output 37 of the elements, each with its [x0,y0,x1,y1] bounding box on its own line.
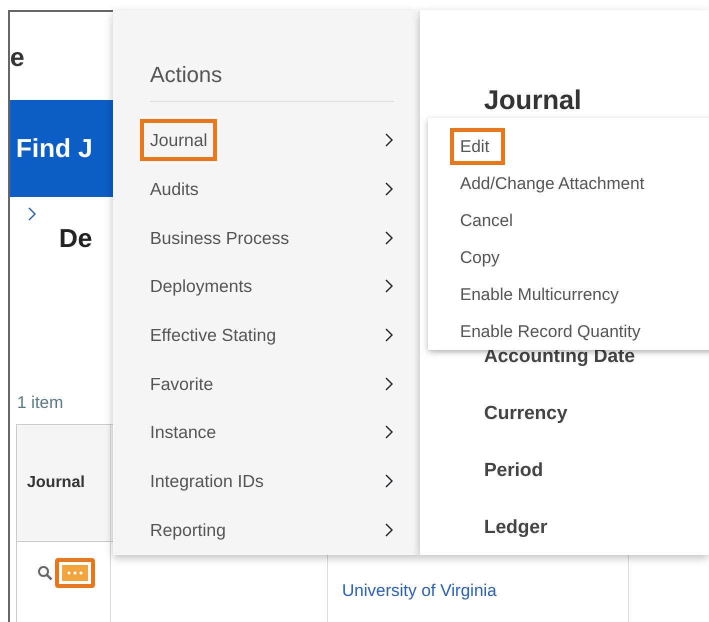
chevron-icon [385,474,394,488]
banner-title: Find J [16,132,93,165]
menu-item[interactable]: Instance [140,411,226,454]
menu-item[interactable]: Business Process [140,216,300,259]
related-actions-button[interactable] [55,558,95,588]
chevron-icon [385,376,394,391]
page-heading: De [59,222,92,255]
item-count: 1 item [17,392,64,414]
field-label: Currency [484,402,568,426]
menu-item[interactable]: Audits [140,168,209,210]
menu-item[interactable]: Effective Stating [140,314,286,356]
field-label: Period [484,458,544,482]
menu-item[interactable]: Favorite [140,362,224,405]
panel-title: Journal [484,84,583,117]
chevron-icon [385,328,394,342]
page-title: e [10,44,26,70]
chevron-icon [385,182,394,196]
menu-item[interactable]: Journal [140,119,218,162]
submenu-item[interactable]: Enable Multicurrency [450,276,635,313]
column-header: Journal [17,424,111,542]
submenu-item[interactable]: Edit [450,128,506,165]
submenu-item[interactable]: Copy [450,239,516,276]
field-label: Ledger [484,516,548,540]
chevron-icon [385,230,394,245]
menu-item[interactable]: Integration IDs [140,460,274,502]
menu-title: Actions [150,58,394,102]
chevron-icon [385,133,394,148]
ellipsis-icon [67,570,83,574]
menu-item[interactable]: Reporting [140,508,236,551]
chevron-icon [385,425,394,440]
chevron-icon [385,279,394,294]
chevron-icon [385,522,394,537]
menu-item[interactable]: Deployments [140,265,262,308]
submenu-item[interactable]: Add/Change Attachment [450,165,660,202]
search-icon[interactable] [37,564,53,580]
submenu-item[interactable]: Cancel [450,202,529,239]
chevron-icon[interactable] [28,207,37,221]
